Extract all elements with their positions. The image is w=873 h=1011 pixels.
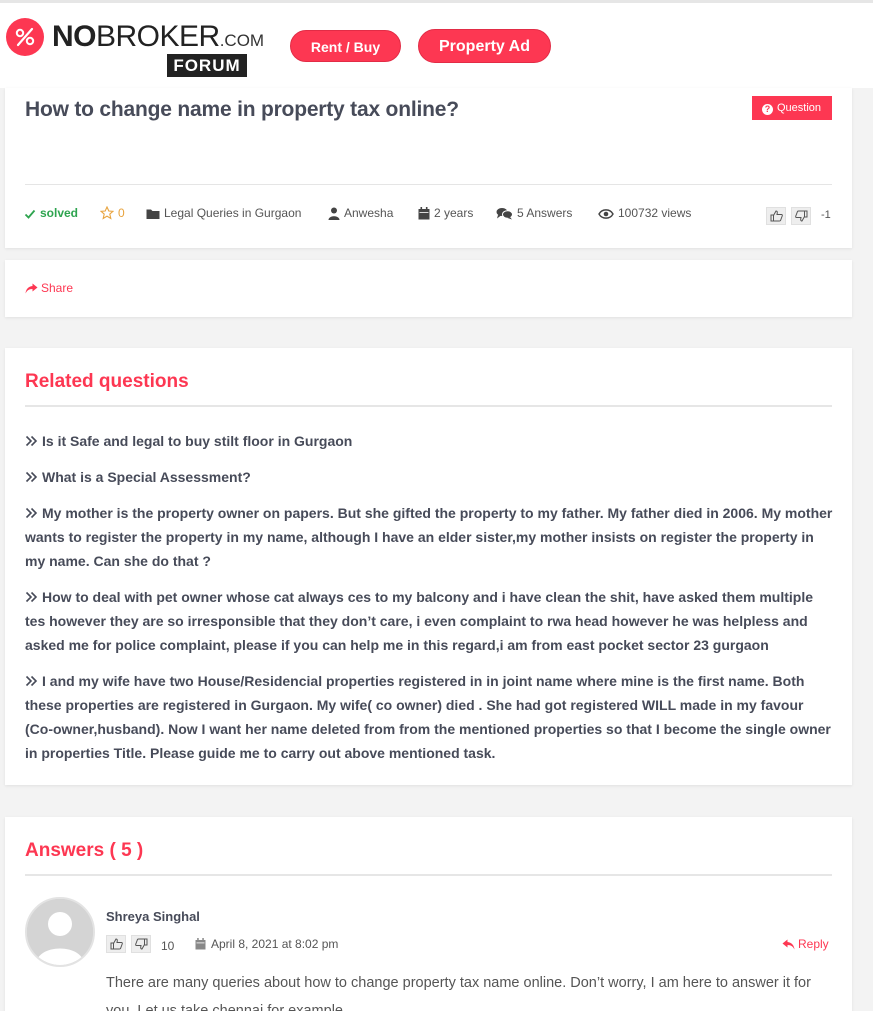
category-label: Legal Queries in Gurgaon <box>164 206 302 220</box>
thumbs-down-icon <box>135 938 148 950</box>
views-count: 100732 views <box>598 205 691 221</box>
default-user-icon <box>27 899 93 965</box>
views-label: 100732 views <box>618 206 692 220</box>
comments-icon <box>496 208 513 220</box>
category-link[interactable]: Legal Queries in Gurgaon <box>146 205 301 221</box>
solved-label: solved <box>40 206 79 220</box>
forum-tag: FORUM <box>167 54 247 77</box>
site-header: NOBROKER.COM FORUM Rent / Buy Property A… <box>0 3 873 88</box>
question-age: 2 years <box>418 205 473 221</box>
answers-count-label: 5 Answers <box>517 206 573 220</box>
logo-text-bold: NO <box>52 20 97 53</box>
question-badge: ? Question <box>752 96 832 120</box>
question-card: How to change name in property tax onlin… <box>5 88 852 248</box>
favorite-button[interactable]: 0 <box>99 205 125 221</box>
divider <box>25 405 832 407</box>
calendar-icon <box>418 207 430 220</box>
folder-icon <box>146 209 160 219</box>
question-age-label: 2 years <box>434 206 474 220</box>
share-icon <box>25 283 38 294</box>
related-question-link[interactable]: Is it Safe and legal to buy stilt floor … <box>25 429 833 453</box>
logo-text-com: .COM <box>219 31 265 50</box>
property-ad-button[interactable]: Property Ad <box>418 29 551 63</box>
related-questions-title: Related questions <box>25 371 189 392</box>
share-card: Share <box>5 260 852 317</box>
reply-icon <box>782 939 795 950</box>
question-mark-icon: ? <box>762 104 773 115</box>
related-question-link[interactable]: I and my wife have two House/Residencial… <box>25 669 833 765</box>
answer-downvote-button[interactable] <box>131 935 151 953</box>
question-title: How to change name in property tax onlin… <box>25 98 459 121</box>
share-label: Share <box>41 281 74 295</box>
thumbs-up-icon <box>770 210 783 222</box>
logo-wordmark[interactable]: NOBROKER.COM <box>52 21 264 57</box>
answer-date: April 8, 2021 at 8:02 pm <box>195 937 338 951</box>
upvote-button[interactable] <box>766 207 786 225</box>
answer-date-label: April 8, 2021 at 8:02 pm <box>211 937 339 951</box>
user-icon <box>328 207 340 220</box>
check-icon <box>24 209 36 219</box>
share-button[interactable]: Share <box>25 281 73 295</box>
answer-upvote-button[interactable] <box>106 935 126 953</box>
answer-vote-count: 10 <box>161 939 175 953</box>
thumbs-down-icon <box>795 210 808 222</box>
answers-card: Answers ( 5 ) Shreya Singhal 10 April 8,… <box>5 817 852 1011</box>
related-question-text: I and my wife have two House/Residencial… <box>25 673 831 761</box>
vote-count: -1 <box>821 209 831 221</box>
solved-status: solved <box>24 205 78 221</box>
author-link[interactable]: Anwesha <box>328 205 393 221</box>
divider <box>25 184 832 185</box>
double-chevron-right-icon <box>25 507 38 519</box>
related-question-link[interactable]: What is a Special Assessment? <box>25 465 833 489</box>
avatar[interactable] <box>25 897 95 967</box>
answer-body: There are many queries about how to chan… <box>106 975 811 1011</box>
downvote-button[interactable] <box>791 207 811 225</box>
related-question-text: How to deal with pet owner whose cat alw… <box>25 589 813 653</box>
related-question-text: Is it Safe and legal to buy stilt floor … <box>42 433 353 449</box>
eye-icon <box>598 209 614 219</box>
double-chevron-right-icon <box>25 675 38 687</box>
calendar-icon <box>195 938 206 950</box>
divider <box>25 874 832 876</box>
favorite-count: 0 <box>118 206 125 220</box>
related-question-text: My mother is the property owner on paper… <box>25 505 833 569</box>
reply-label: Reply <box>798 937 829 951</box>
author-name: Anwesha <box>344 206 394 220</box>
related-question-text: What is a Special Assessment? <box>42 469 251 485</box>
thumbs-up-icon <box>110 938 123 950</box>
nobroker-logo-icon[interactable] <box>6 18 44 56</box>
reply-button[interactable]: Reply <box>782 937 829 951</box>
double-chevron-right-icon <box>25 591 38 603</box>
double-chevron-right-icon <box>25 435 38 447</box>
rent-buy-button[interactable]: Rent / Buy <box>290 30 401 62</box>
star-icon <box>99 205 115 220</box>
related-question-link[interactable]: My mother is the property owner on paper… <box>25 501 833 573</box>
double-chevron-right-icon <box>25 471 38 483</box>
answer-author[interactable]: Shreya Singhal <box>106 909 200 924</box>
question-badge-label: Question <box>777 102 822 114</box>
related-question-link[interactable]: How to deal with pet owner whose cat alw… <box>25 585 833 657</box>
answers-title: Answers ( 5 ) <box>25 840 144 861</box>
logo-text-light: BROKER <box>96 20 220 53</box>
related-questions-card: Related questions Is it Safe and legal t… <box>5 348 852 785</box>
answers-count-link[interactable]: 5 Answers <box>496 205 572 221</box>
